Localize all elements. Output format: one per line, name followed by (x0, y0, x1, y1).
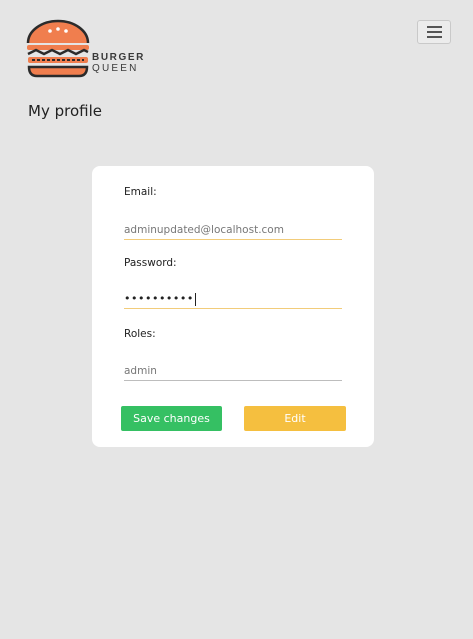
profile-card: Email: adminupdated@localhost.com Passwo… (92, 166, 374, 447)
password-value: •••••••••• (124, 292, 194, 305)
email-field[interactable]: adminupdated@localhost.com (124, 221, 342, 240)
roles-field[interactable]: admin (124, 362, 342, 381)
brand-name-top: BURGER (92, 52, 145, 63)
menu-toggle-button[interactable] (417, 20, 451, 44)
save-changes-button[interactable]: Save changes (121, 406, 222, 431)
page-title: My profile (28, 102, 102, 120)
edit-button[interactable]: Edit (244, 406, 346, 431)
email-label: Email: (124, 186, 157, 198)
burger-logo-icon (26, 19, 90, 78)
brand-name-bottom: QUEEN (92, 63, 139, 74)
brand-logo[interactable]: BURGER QUEEN (24, 18, 148, 80)
password-field[interactable]: •••••••••• (124, 290, 342, 309)
password-label: Password: (124, 257, 177, 269)
roles-label: Roles: (124, 328, 156, 340)
text-cursor (194, 292, 196, 306)
